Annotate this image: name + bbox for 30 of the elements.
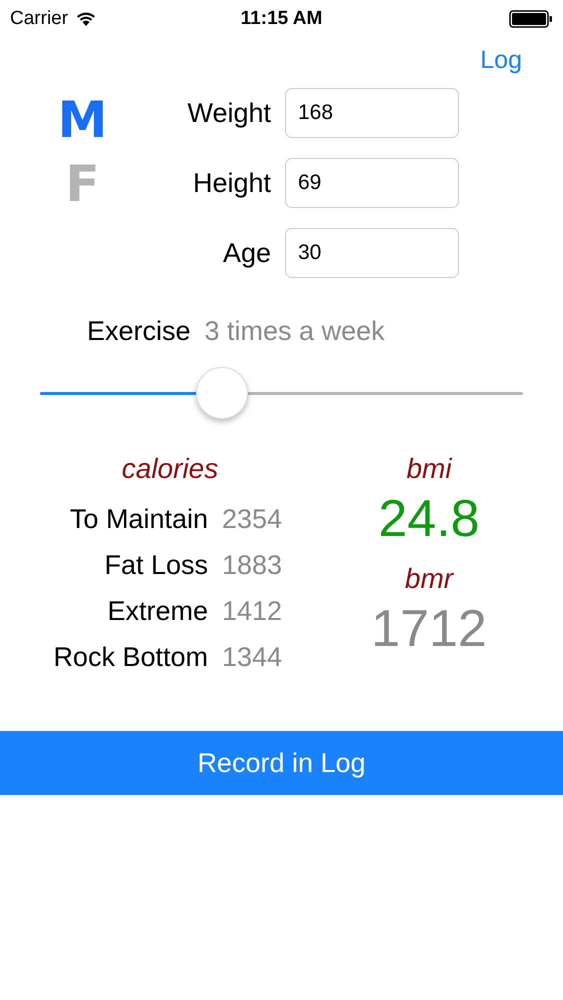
bmr-title: bmr xyxy=(404,562,454,596)
exercise-value: 3 times a week xyxy=(204,316,385,347)
field-label: Height xyxy=(192,168,271,198)
bmi-title: bmi xyxy=(406,452,452,486)
input-field[interactable]: 30 xyxy=(285,228,459,278)
calorie-label: Rock Bottom xyxy=(52,642,208,672)
calorie-value: 1883 xyxy=(222,550,282,580)
calorie-label: To Maintain xyxy=(68,504,208,534)
exercise-slider[interactable] xyxy=(40,367,523,419)
carrier-name: Carrier xyxy=(10,8,68,30)
field-label: Age xyxy=(222,238,271,268)
record-button[interactable]: Record in Log xyxy=(0,731,563,795)
input-field[interactable]: 168 xyxy=(285,88,459,138)
gender-toggle[interactable]: M xyxy=(58,94,108,146)
field-label: Weight xyxy=(186,98,271,128)
input-field[interactable]: 69 xyxy=(285,158,459,208)
calorie-label: Extreme xyxy=(106,596,208,626)
calorie-value: 1412 xyxy=(222,596,282,626)
bmi-value: 24.8 xyxy=(378,489,480,549)
battery-icon xyxy=(509,10,553,28)
calorie-value: 2354 xyxy=(222,504,282,534)
calorie-label: Fat Loss xyxy=(103,550,208,580)
wifi-icon xyxy=(76,12,96,26)
slider-thumb[interactable] xyxy=(196,367,248,419)
log-link[interactable]: Log xyxy=(480,46,522,84)
status-time: 11:15 AM xyxy=(240,8,322,30)
bmr-value: 1712 xyxy=(371,599,487,659)
calories-title: calories xyxy=(122,452,218,486)
exercise-label: Exercise xyxy=(87,316,191,347)
calorie-value: 1344 xyxy=(222,642,282,672)
